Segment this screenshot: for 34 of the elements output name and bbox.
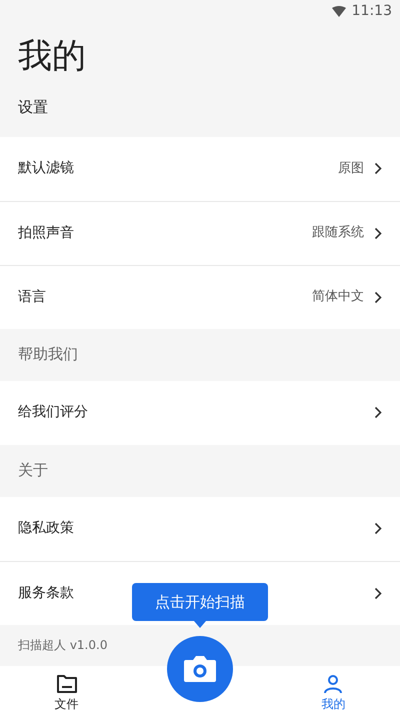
version-text: 扫描超人 v1.0.0 [18, 637, 108, 654]
folder-icon [56, 674, 78, 694]
wifi-icon [332, 6, 346, 18]
camera-icon [182, 655, 218, 683]
person-icon [322, 674, 344, 694]
page-title: 我的 [18, 36, 86, 76]
tooltip: 点击开始扫描 [132, 583, 268, 628]
chevron-right-icon [374, 290, 382, 304]
section-header: 设置 [18, 97, 48, 118]
row-label: 语言 [18, 288, 46, 307]
row-label: 给我们评分 [18, 403, 88, 422]
row-label: 服务条款 [18, 584, 74, 603]
settings-row[interactable]: 语言 简体中文 [0, 264, 400, 329]
row-value: 简体中文 [312, 288, 364, 306]
section-header: 关于 [18, 460, 48, 482]
row-value: 跟随系统 [312, 224, 364, 242]
chevron-right-icon [374, 522, 382, 536]
row-label: 隐私政策 [18, 519, 74, 538]
tab[interactable]: 我的 [315, 674, 352, 712]
settings-row[interactable]: 拍照声音 跟随系统 [0, 200, 400, 265]
chevron-right-icon [374, 586, 382, 600]
chevron-right-icon [374, 162, 382, 176]
section-header: 帮助我们 [18, 344, 78, 366]
settings-row[interactable]: 给我们评分 [0, 380, 400, 445]
row-label: 默认滤镜 [18, 159, 74, 178]
chevron-right-icon [374, 226, 382, 240]
chevron-right-icon [374, 406, 382, 420]
row-value: 原图 [338, 160, 364, 178]
row-label: 拍照声音 [18, 224, 74, 243]
settings-row[interactable]: 隐私政策 [0, 496, 400, 561]
tooltip-pointer-icon [194, 621, 206, 628]
settings-row[interactable]: 默认滤镜 原图 [0, 136, 400, 201]
status-time: 11:13 [352, 2, 392, 22]
tab[interactable]: 文件 [48, 674, 85, 712]
